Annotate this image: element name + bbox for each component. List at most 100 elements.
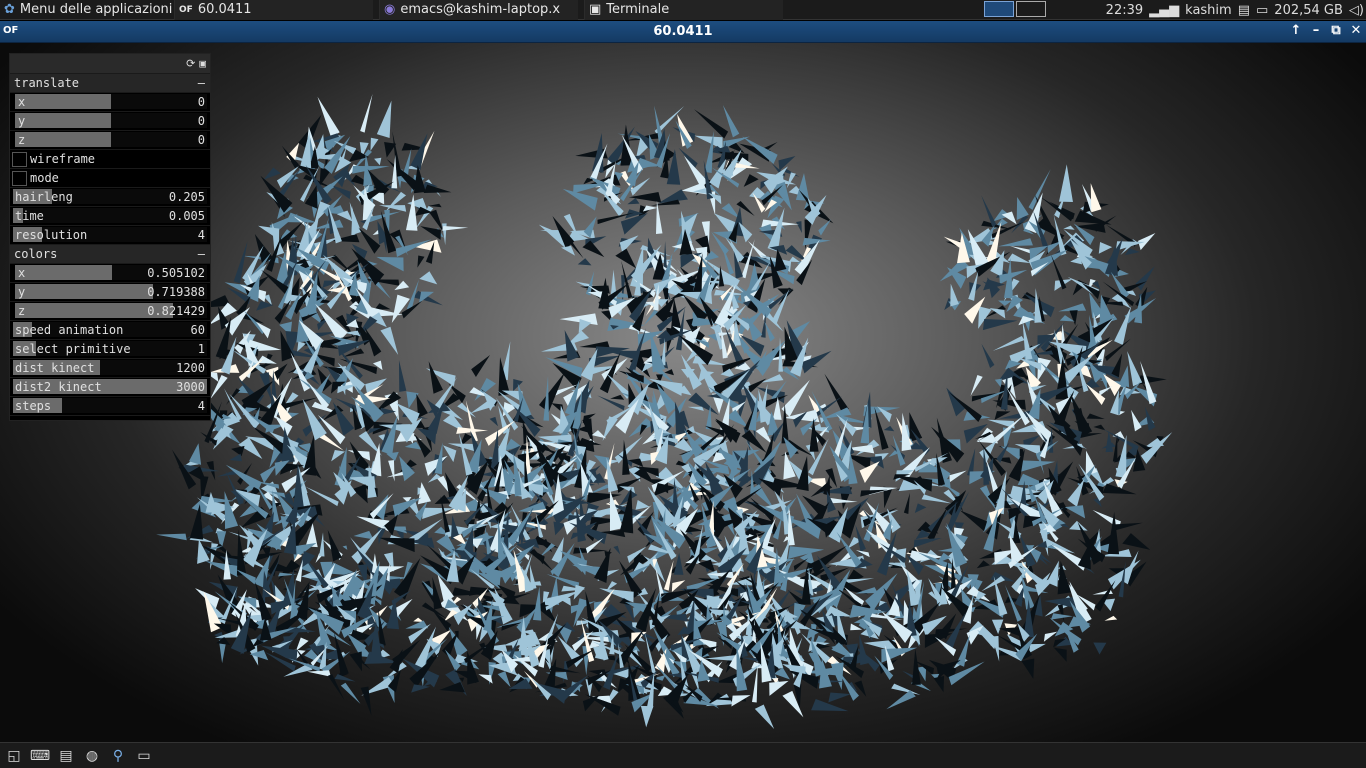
save-icon[interactable]: ▣ [199, 57, 206, 70]
group-colors-header[interactable]: colors – [10, 245, 210, 264]
fur-spike [376, 256, 404, 272]
close-icon[interactable]: ✕ [1350, 23, 1362, 38]
slider-dist-kinect[interactable]: dist kinect 1200 [10, 359, 210, 378]
user-name[interactable]: kashim [1185, 3, 1232, 18]
fur-spike [970, 375, 983, 397]
fur-spike [434, 494, 451, 504]
disk-icon: ▭ [1256, 2, 1269, 18]
slider-translate-z[interactable]: z 0 [10, 131, 210, 150]
taskbar-item-emacs[interactable]: ◉ emacs@kashim-laptop.x [379, 0, 578, 20]
fur-spike [1007, 253, 1031, 264]
maximize-icon[interactable]: ⧉ [1330, 23, 1342, 38]
fur-spike [1138, 233, 1156, 251]
slider-value: 0 [197, 133, 205, 147]
fur-spike [1137, 375, 1167, 385]
taskbar-item-of-window[interactable]: OF 60.0411 [174, 0, 373, 20]
slider-colors-z[interactable]: z 0.821429 [10, 302, 210, 321]
fur-spike [828, 692, 851, 703]
fur-spike [981, 343, 995, 369]
fur-spike [263, 167, 281, 180]
terminal-icon: ▣ [589, 2, 602, 17]
fur-spike [627, 198, 640, 205]
fur-spike [405, 194, 418, 231]
toggle-wireframe[interactable]: wireframe [10, 150, 210, 169]
fur-spike [1063, 225, 1075, 230]
slider-value: 0 [197, 95, 205, 109]
workspace-2[interactable] [1016, 1, 1046, 17]
slider-speed-animation[interactable]: speed animation 60 [10, 321, 210, 340]
fur-spike [281, 397, 318, 410]
fur-spike [342, 545, 348, 550]
slider-resolution[interactable]: resolution 4 [10, 226, 210, 245]
fur-spike [376, 100, 392, 138]
task-label: Terminale [606, 2, 670, 17]
fur-spike [457, 402, 477, 418]
file-manager-icon[interactable]: ▤ [56, 746, 76, 766]
window-icon[interactable]: OF [3, 25, 18, 36]
fur-spike [760, 374, 784, 383]
window-titlebar[interactable]: OF 60.0411 ↑ – ⧉ ✕ [0, 21, 1366, 43]
fur-spike [231, 445, 245, 457]
slider-label: x [18, 266, 26, 280]
slider-label: hairleng [15, 190, 73, 204]
group-title: translate [14, 76, 80, 90]
fur-spike [1004, 359, 1022, 370]
fur-spike [471, 354, 491, 377]
terminal-launcher-icon[interactable]: ⌨ [30, 746, 50, 766]
slider-time[interactable]: time 0.005 [10, 207, 210, 226]
fur-spike [1114, 305, 1132, 345]
group-translate-header[interactable]: translate – [10, 74, 210, 93]
fur-spike [793, 558, 809, 571]
slider-colors-x[interactable]: x 0.505102 [10, 264, 210, 283]
slider-steps[interactable]: steps 4 [10, 397, 210, 416]
fur-spike [1057, 560, 1071, 595]
minimize-icon[interactable]: – [1310, 23, 1322, 38]
workspace-1[interactable] [984, 1, 1014, 17]
fur-spike [927, 504, 949, 542]
checkbox[interactable] [12, 152, 27, 167]
fur-spike [982, 319, 1018, 331]
clock[interactable]: 22:39 [1106, 3, 1143, 18]
slider-colors-y[interactable]: y 0.719388 [10, 283, 210, 302]
fur-spike [787, 506, 795, 546]
fur-spike [1077, 541, 1091, 570]
workspace-switcher [984, 1, 1046, 17]
fur-spike [949, 470, 967, 483]
folder-icon[interactable]: ▭ [134, 746, 154, 766]
collapse-icon[interactable]: – [198, 74, 205, 93]
fur-spike [769, 680, 789, 696]
fur-spike [1111, 353, 1123, 378]
volume-icon[interactable]: ◁) [1349, 3, 1364, 18]
applications-menu-button[interactable]: ✿ Menu delle applicazioni [0, 0, 172, 20]
disk-space[interactable]: 202,54 GB [1274, 3, 1343, 18]
slider-translate-x[interactable]: x 0 [10, 93, 210, 112]
fur-spike [256, 321, 271, 339]
fur-spike [818, 219, 832, 236]
slider-translate-y[interactable]: y 0 [10, 112, 210, 131]
slider-dist2-kinect[interactable]: dist2 kinect 3000 [10, 378, 210, 397]
slider-select-primitive[interactable]: select primitive 1 [10, 340, 210, 359]
fur-spike [1059, 164, 1073, 202]
slider-label: steps [15, 399, 52, 413]
reload-icon[interactable]: ⟳ [186, 57, 195, 70]
browser-icon[interactable]: ◍ [82, 746, 102, 766]
signal-icon[interactable]: ▂▄▆ [1149, 3, 1179, 18]
fur-spike [1098, 241, 1113, 254]
collapse-icon[interactable]: – [198, 245, 205, 264]
display-icon[interactable]: ▤ [1238, 3, 1250, 18]
fur-spike [349, 202, 362, 235]
search-icon[interactable]: ⚲ [108, 746, 128, 766]
fur-spike [731, 695, 751, 707]
slider-value: 4 [197, 228, 205, 242]
fur-spike [1099, 386, 1113, 397]
checkbox[interactable] [12, 171, 27, 186]
taskbar-item-terminal[interactable]: ▣ Terminale [584, 0, 783, 20]
show-desktop-icon[interactable]: ◱ [4, 746, 24, 766]
fur-spike [1135, 266, 1155, 291]
toggle-mode[interactable]: mode [10, 169, 210, 188]
shade-up-icon[interactable]: ↑ [1290, 23, 1302, 38]
fur-spike [1069, 310, 1078, 326]
slider-hairleng[interactable]: hairleng 0.205 [10, 188, 210, 207]
fur-spike [1028, 643, 1046, 654]
fur-spike [1035, 540, 1048, 548]
